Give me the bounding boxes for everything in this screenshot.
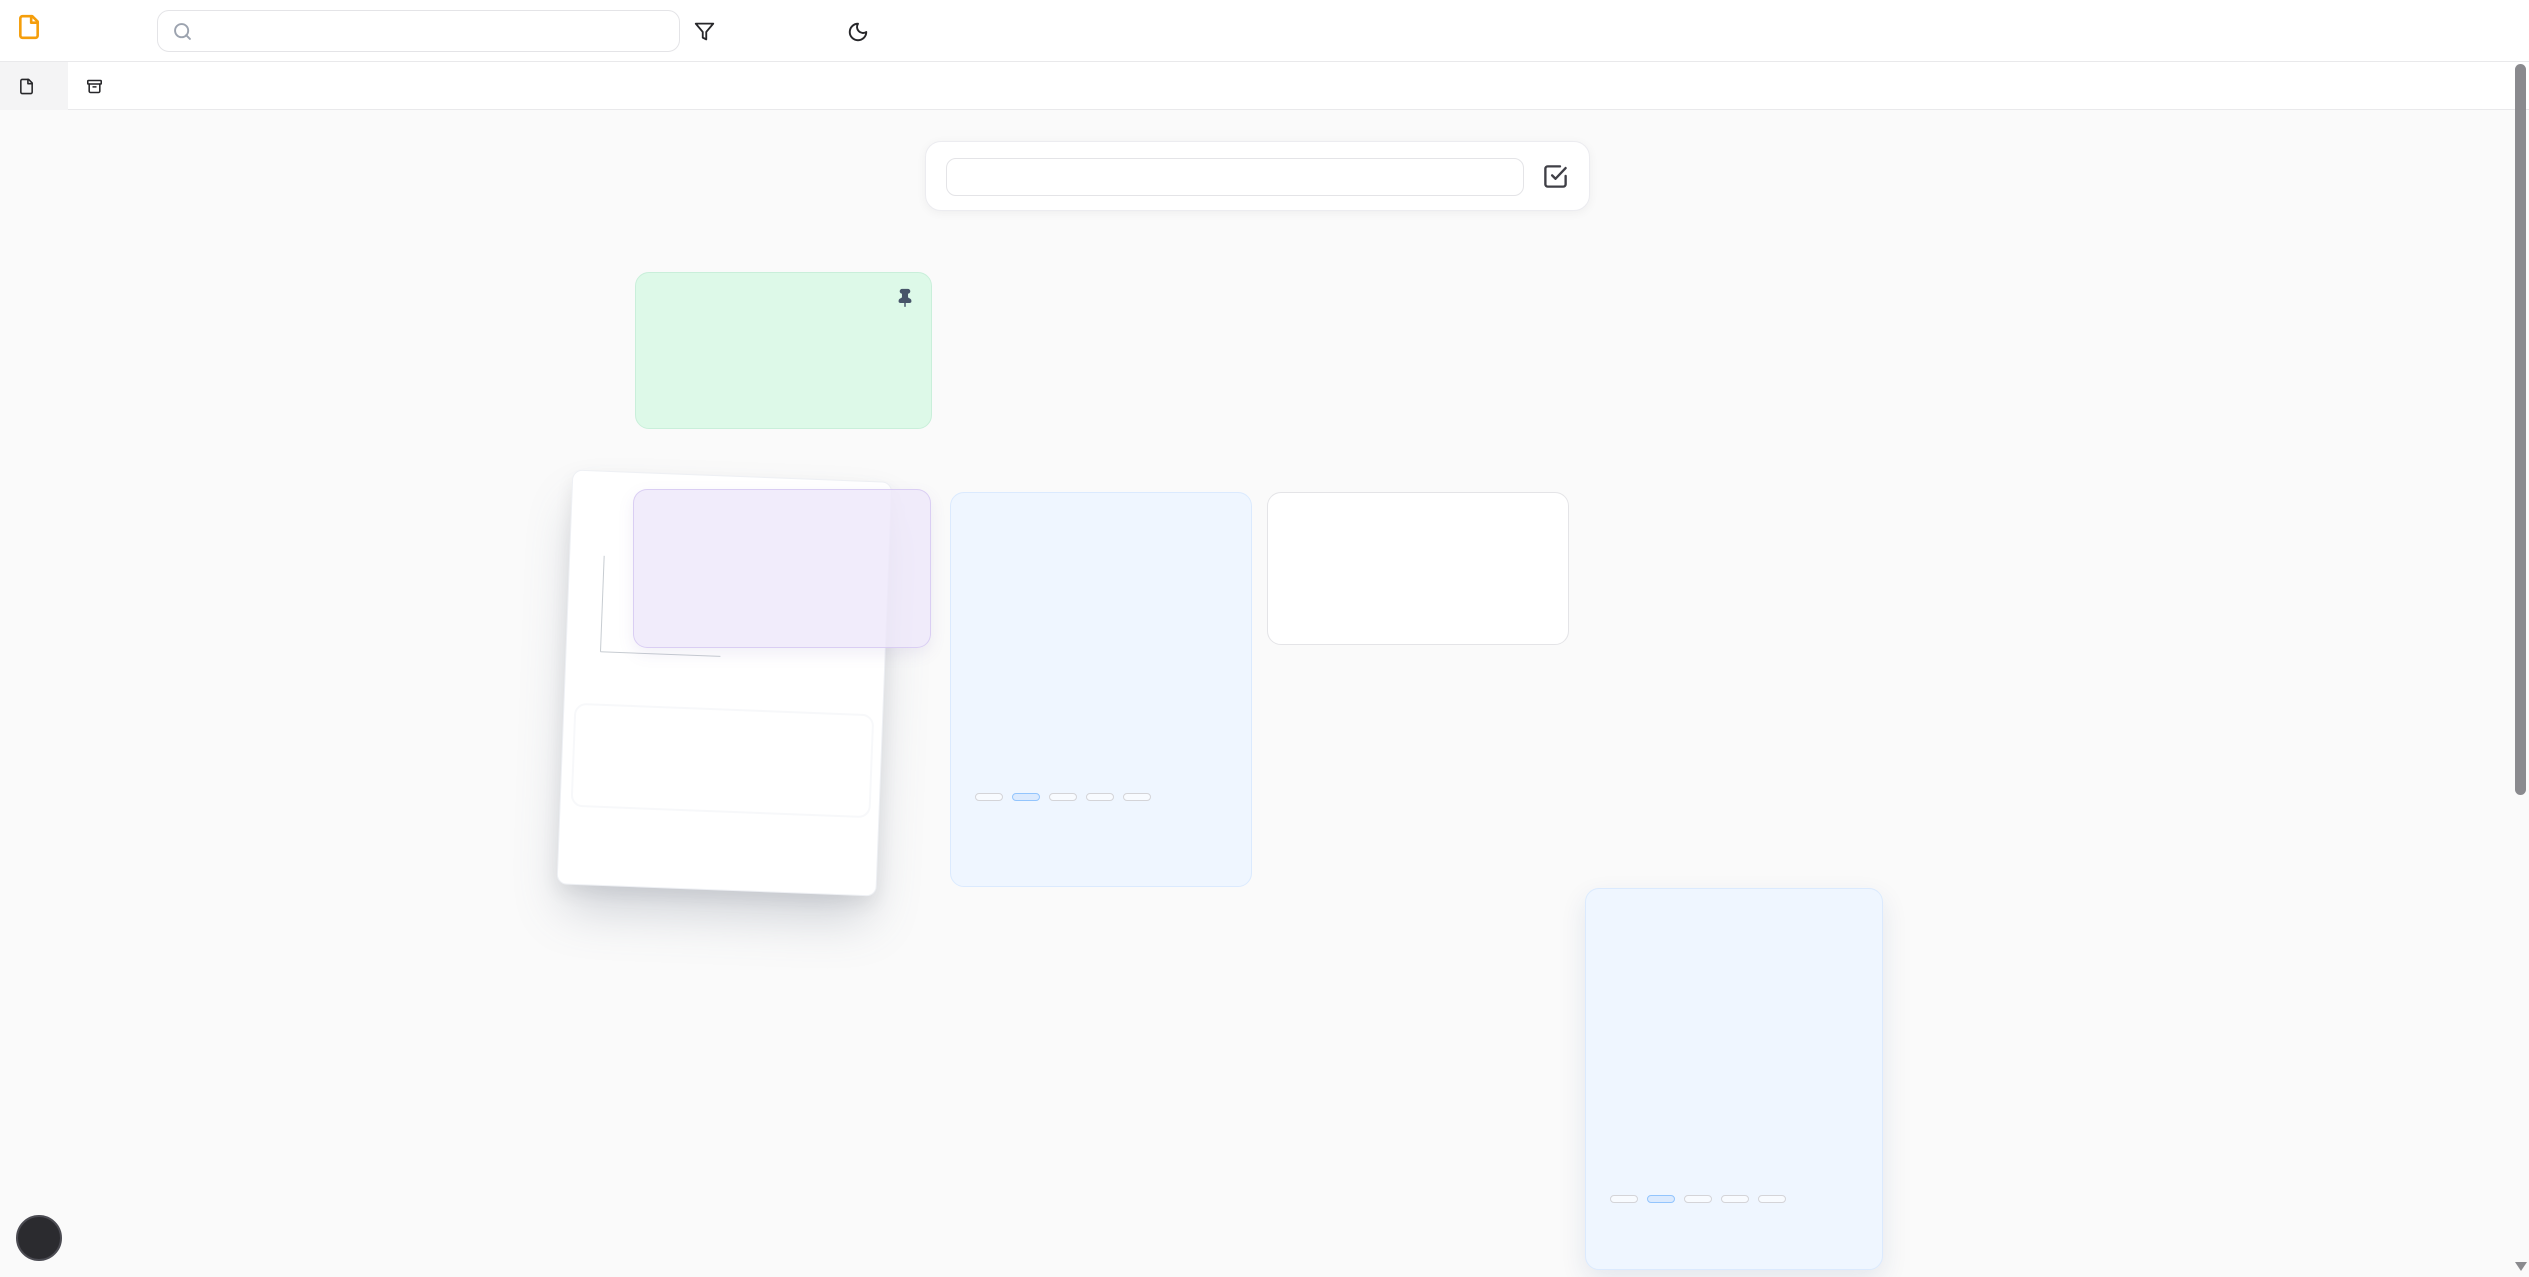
filter-by-label-button[interactable]: [686, 12, 736, 50]
file-icon: [16, 14, 42, 40]
tag-framework[interactable]: [1684, 1195, 1712, 1203]
tag-tech[interactable]: [975, 793, 1003, 801]
pin-icon[interactable]: [894, 287, 916, 309]
search-input[interactable]: [205, 20, 665, 42]
user-avatar[interactable]: [16, 1215, 62, 1261]
note-card-sample-file[interactable]: [571, 703, 875, 818]
note-composer: [925, 141, 1590, 211]
note-card-ai-framework-floating[interactable]: [1585, 888, 1883, 1270]
tab-bar: [0, 62, 2529, 110]
tag-row: [1610, 1195, 1786, 1203]
search-box[interactable]: [157, 10, 680, 52]
check-square-icon[interactable]: [1542, 163, 1569, 190]
tag-ai[interactable]: [1647, 1195, 1675, 1203]
tag-tech[interactable]: [1610, 1195, 1638, 1203]
tag-mlops[interactable]: [1086, 793, 1114, 801]
tag-gpu[interactable]: [1758, 1195, 1786, 1203]
note-card-test-image[interactable]: [633, 489, 931, 648]
note-card-ai-framework[interactable]: [950, 492, 1252, 887]
tag-row: [975, 793, 1151, 801]
file-icon: [18, 78, 35, 95]
archive-icon: [86, 78, 103, 95]
note-card-drag-test-1[interactable]: [1267, 492, 1569, 645]
app-logo: [16, 14, 52, 40]
theme-toggle-button[interactable]: [840, 14, 876, 50]
app-header: [0, 0, 2529, 62]
tab-notes[interactable]: [0, 62, 68, 110]
scrollbar-down-arrow-icon[interactable]: [2515, 1262, 2527, 1271]
tag-framework[interactable]: [1049, 793, 1077, 801]
search-icon: [172, 21, 193, 42]
tag-mlops[interactable]: [1721, 1195, 1749, 1203]
tag-ai[interactable]: [1012, 793, 1040, 801]
take-a-note-input[interactable]: [946, 158, 1524, 196]
tab-archive[interactable]: [68, 62, 136, 110]
funnel-icon: [694, 21, 715, 42]
scrollbar-thumb[interactable]: [2515, 64, 2526, 795]
moon-icon: [847, 21, 869, 43]
tag-gpu[interactable]: [1123, 793, 1151, 801]
note-card-updated[interactable]: [635, 272, 932, 429]
